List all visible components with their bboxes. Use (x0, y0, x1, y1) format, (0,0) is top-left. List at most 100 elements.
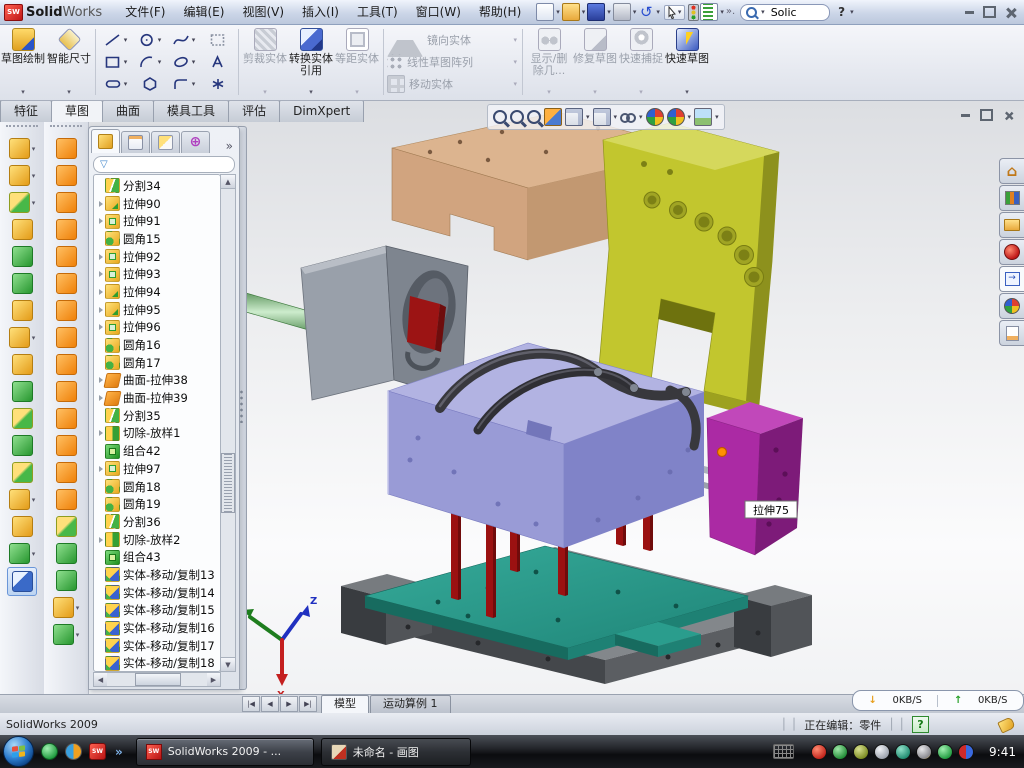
security-app-icon[interactable] (65, 743, 82, 760)
print-caret-icon[interactable]: ▾ (632, 8, 638, 16)
tool-extruded-boss[interactable]: ▾ (0, 135, 44, 162)
tool-filled-surface[interactable] (44, 378, 88, 405)
tree-item-实体-移动/复制17[interactable]: 实体-移动/复制17 (96, 637, 220, 655)
sketch-rectangle-tool[interactable]: ▾ (99, 51, 133, 73)
menu-工具(T)[interactable]: 工具(T) (348, 1, 407, 24)
tool-combine-bodies[interactable] (0, 432, 44, 459)
doc-minimize-button[interactable] (961, 114, 970, 117)
magenta-insert-block[interactable] (707, 402, 803, 555)
tool-extruded-cut[interactable]: ▾ (0, 162, 44, 189)
tree-item-实体-移动/复制18[interactable]: 实体-移动/复制18 (96, 655, 220, 672)
tool-insert-part[interactable]: ▾ (0, 486, 44, 513)
sketch-slot-tool[interactable]: ▾ (99, 73, 133, 95)
options-caret-icon[interactable]: ▾ (719, 8, 725, 16)
dropdown-caret-icon[interactable]: ▾ (76, 604, 80, 612)
ribbon-tab-评估[interactable]: 评估 (228, 100, 280, 122)
tool-freeform[interactable] (44, 324, 88, 351)
first-tab-icon[interactable]: |◀ (242, 696, 260, 712)
save-caret-icon[interactable]: ▾ (606, 8, 612, 16)
dropdown-caret-icon[interactable]: ▾ (21, 86, 25, 100)
taskpane-tab-solidworks-resources-home[interactable]: ⌂ (999, 158, 1024, 184)
ribbon-tab-模具工具[interactable]: 模具工具 (153, 100, 229, 122)
expand-arrow-icon[interactable] (96, 218, 105, 224)
tool-reference-plane[interactable] (0, 513, 44, 540)
tool-wrap[interactable] (0, 297, 44, 324)
dropdown-caret-icon[interactable]: ▾ (76, 631, 80, 639)
tool-move-copy-body[interactable] (0, 459, 44, 486)
restore-button[interactable] (983, 6, 996, 18)
tool-revolved-surface[interactable] (44, 162, 88, 189)
tree-item-拉伸97[interactable]: 拉伸97 (96, 460, 220, 478)
search-box[interactable]: ▾ (740, 4, 830, 21)
taskpane-tab-view-palette[interactable]: → (999, 266, 1024, 292)
quick-tips-icon[interactable]: ? (912, 716, 929, 733)
tool-rib[interactable] (0, 351, 44, 378)
display-style-icon[interactable] (565, 108, 583, 126)
dropdown-caret-icon[interactable]: ▾ (639, 113, 643, 121)
tab-model[interactable]: 模型 (321, 695, 369, 713)
solidworks-shortcut-icon[interactable]: SW (89, 743, 106, 760)
messenger-icon[interactable] (41, 743, 58, 760)
antivirus-tray-icon[interactable] (811, 744, 827, 760)
tree-item-组合43[interactable]: 组合43 (96, 548, 220, 566)
sketch-circle-tool[interactable]: ▾ (133, 29, 167, 51)
taskpane-tab-custom-properties[interactable] (999, 320, 1024, 346)
tool-measure[interactable] (7, 567, 37, 596)
dropdown-caret-icon[interactable]: ▾ (157, 58, 163, 66)
tree-horizontal-scrollbar[interactable]: ◀ ▶ (93, 672, 221, 687)
prev-tab-icon[interactable]: ◀ (261, 696, 279, 712)
tool-lofted-boss[interactable] (0, 243, 44, 270)
tab-feature-manager[interactable] (91, 129, 120, 153)
tool-offset-surface[interactable] (44, 297, 88, 324)
tool-replace-face[interactable] (44, 459, 88, 486)
tree-item-圆角16[interactable]: 圆角16 (96, 336, 220, 354)
tree-item-实体-移动/复制15[interactable]: 实体-移动/复制15 (96, 602, 220, 620)
expand-arrow-icon[interactable] (96, 201, 105, 207)
scroll-up-icon[interactable]: ▲ (221, 175, 235, 189)
search-input[interactable] (769, 5, 817, 20)
dropdown-caret-icon[interactable]: ▾ (157, 36, 163, 44)
taskbar-task-SolidWorks 2009 - ...[interactable]: SWSolidWorks 2009 - ... (136, 738, 314, 766)
volume-tray-icon[interactable] (874, 744, 890, 760)
cmd-smart-dimension-button[interactable]: 智能尺寸▾ (46, 24, 92, 100)
scroll-left-icon[interactable]: ◀ (94, 673, 107, 686)
zoom-selected-icon[interactable] (527, 110, 541, 124)
menu-编辑(E)[interactable]: 编辑(E) (175, 1, 234, 24)
tool-linear-pattern[interactable]: ▾ (0, 324, 44, 351)
open-caret-icon[interactable]: ▾ (581, 8, 587, 16)
sketch-box-select-tool[interactable] (201, 29, 235, 51)
print-icon[interactable] (613, 3, 631, 21)
dropdown-caret-icon[interactable]: ▾ (586, 113, 590, 121)
expand-arrow-icon[interactable] (96, 466, 105, 472)
help-icon[interactable]: ? (835, 5, 848, 19)
tool-lofted-surface[interactable] (44, 216, 88, 243)
last-tab-icon[interactable]: ▶| (299, 696, 317, 712)
tab-motion-study[interactable]: 运动算例 1 (370, 695, 451, 713)
security-shield-tray-icon[interactable] (832, 744, 848, 760)
tool-thickened-cut[interactable] (44, 567, 88, 594)
section-view-icon[interactable] (544, 108, 562, 126)
view-orientation-icon[interactable] (593, 108, 611, 126)
undo-icon[interactable]: ↺ (638, 4, 654, 20)
tree-item-圆角17[interactable]: 圆角17 (96, 354, 220, 372)
expand-arrow-icon[interactable] (96, 289, 105, 295)
tree-item-实体-移动/复制13[interactable]: 实体-移动/复制13 (96, 566, 220, 584)
undo-caret-icon[interactable]: ▾ (655, 8, 661, 16)
rebuild-icon[interactable] (688, 4, 699, 21)
new-caret-icon[interactable]: ▾ (555, 8, 561, 16)
menu-视图(V)[interactable]: 视图(V) (233, 1, 293, 24)
help-caret-icon[interactable]: ▾ (849, 8, 855, 16)
menu-帮助(H)[interactable]: 帮助(H) (470, 1, 530, 24)
health-guard-tray-icon[interactable] (937, 744, 953, 760)
taskbar-clock[interactable]: 9:41 (989, 745, 1016, 759)
dropdown-caret-icon[interactable]: ▾ (191, 80, 197, 88)
scroll-right-icon[interactable]: ▶ (207, 673, 220, 686)
dropdown-caret-icon[interactable]: ▾ (309, 86, 313, 100)
tree-item-圆角15[interactable]: 圆角15 (96, 230, 220, 248)
tree-item-切除-放样2[interactable]: 切除-放样2 (96, 531, 220, 549)
tree-item-拉伸94[interactable]: 拉伸94 (96, 283, 220, 301)
quick-launch-chevron-icon[interactable]: » (115, 745, 123, 759)
dropdown-caret-icon[interactable]: ▾ (123, 58, 129, 66)
dropdown-caret-icon[interactable]: ▾ (715, 113, 719, 121)
ribbon-tab-草图[interactable]: 草图 (51, 100, 103, 122)
